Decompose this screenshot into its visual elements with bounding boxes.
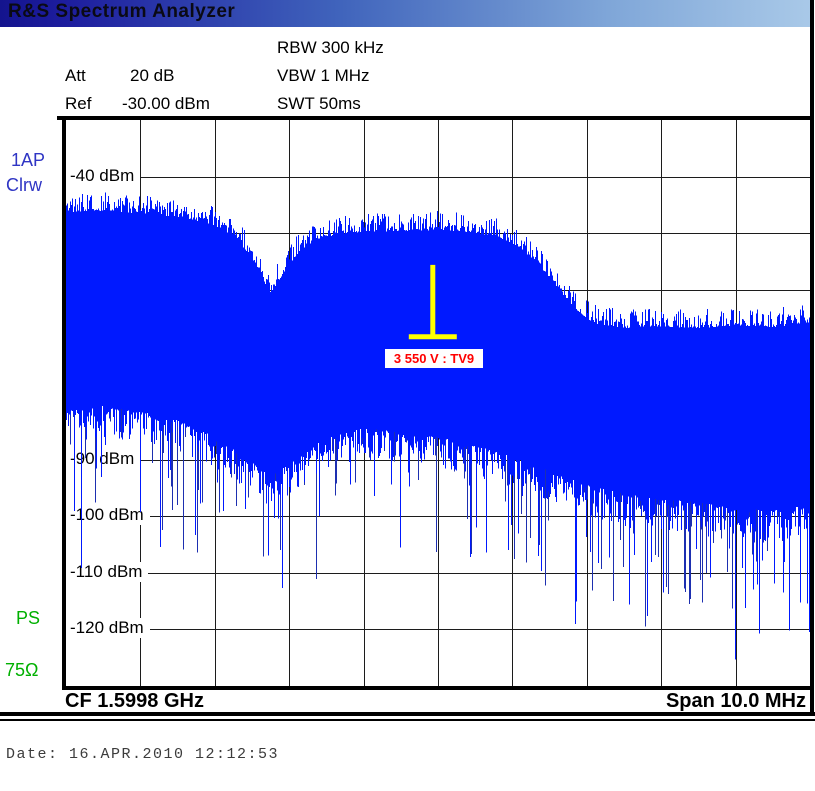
y-axis-labels: -40 dBm -90 dBm -100 dBm -110 dBm -120 dBm: [66, 120, 810, 686]
span-readout: Span 10.0 MHz: [666, 690, 806, 713]
bottom-rule-thin: [0, 719, 815, 721]
att-value: 20 dB: [130, 66, 174, 86]
y-axis-label: -40 dBm: [66, 166, 140, 186]
trace-mode-label-1ap: 1AP: [11, 150, 45, 170]
trace-mode-label-clrw: Clrw: [6, 175, 42, 195]
channel-marker-label: 3 550 V : TV9: [385, 349, 483, 368]
y-axis-label: -90 dBm: [66, 449, 140, 469]
impedance-label: 75Ω: [5, 660, 38, 680]
y-axis-label: -100 dBm: [66, 505, 150, 525]
app-title: R&S Spectrum Analyzer: [8, 1, 235, 23]
ref-value: -30.00 dBm: [122, 94, 210, 114]
y-axis-label: -120 dBm: [66, 618, 150, 638]
swt-readout: SWT 50ms: [277, 94, 361, 114]
att-label: Att: [65, 66, 86, 86]
rbw-readout: RBW 300 kHz: [277, 38, 384, 58]
spectrum-analyzer-screenshot: R&S Spectrum Analyzer RBW 300 kHz Att 20…: [0, 0, 815, 791]
bottom-rule-thick: [0, 712, 815, 716]
vbw-readout: VBW 1 MHz: [277, 66, 370, 86]
screen-right-border: [810, 0, 814, 716]
y-axis-label: -110 dBm: [66, 562, 148, 582]
title-bar: R&S Spectrum Analyzer: [0, 0, 811, 27]
date-stamp: Date: 16.APR.2010 12:12:53: [6, 746, 279, 763]
ref-label: Ref: [65, 94, 91, 114]
ps-label: PS: [16, 608, 40, 628]
center-frequency-readout: CF 1.5998 GHz: [65, 690, 204, 713]
